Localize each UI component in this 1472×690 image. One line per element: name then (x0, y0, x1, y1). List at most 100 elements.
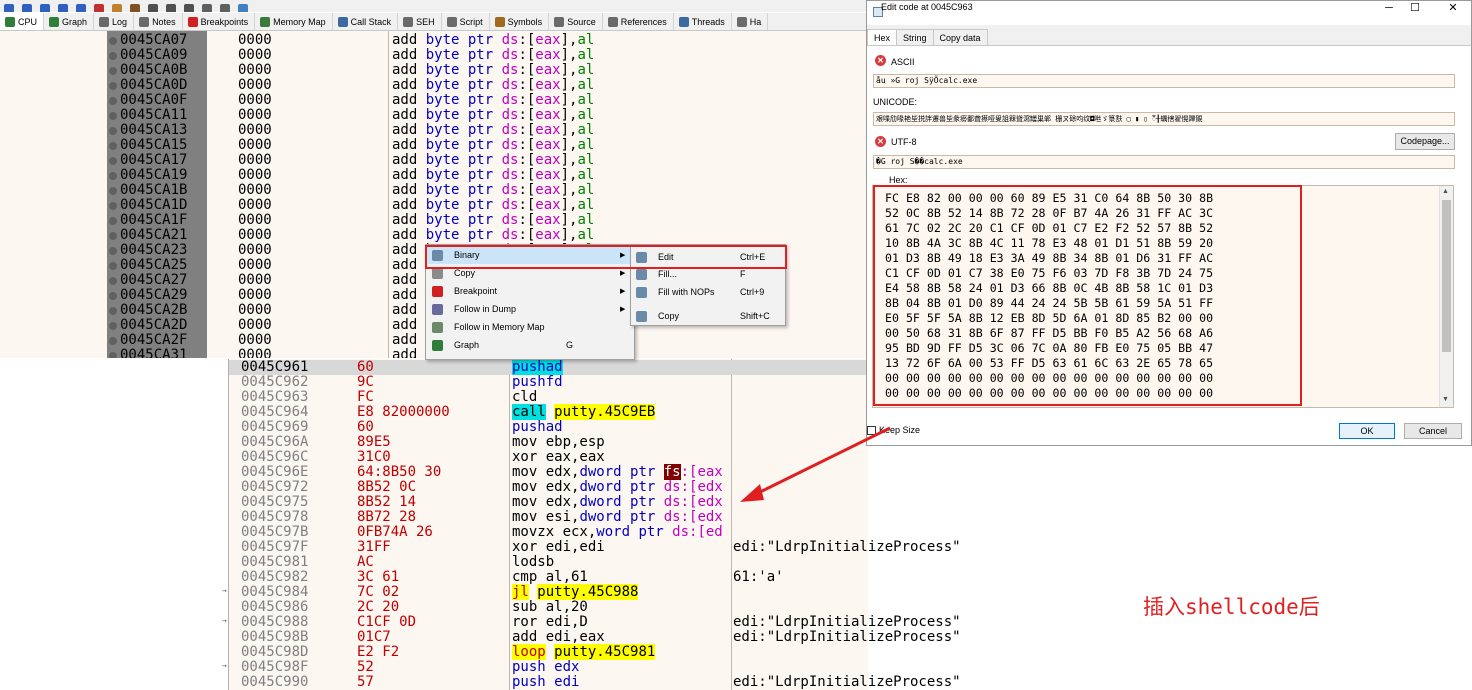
unicode-field[interactable]: 艰喋劤喙艳坒捝詊遷兽坒彖癆鄱聋攃哑叟詛槑聳瀉罎巢郸 栅ㄡ硢呁纹◘咝ゞ箓㝬 ▢ ▮… (873, 112, 1455, 126)
ok-button[interactable]: OK (1339, 423, 1395, 439)
breakpoint-dot-icon[interactable] (109, 157, 117, 165)
fx-icon[interactable] (148, 4, 158, 12)
breakpoint-dot-icon[interactable] (109, 202, 117, 210)
table-row[interactable]: 0045C963 FC cld (229, 390, 868, 405)
calc-icon[interactable] (202, 4, 212, 12)
table-row[interactable]: 0045C98F 52 push edx (229, 660, 868, 675)
breakpoint-dot-icon[interactable] (109, 97, 117, 105)
tab-references[interactable]: References (603, 13, 674, 30)
tab-cpu[interactable]: CPU (0, 13, 45, 30)
table-row[interactable]: 0045C98D E2 F2 loop putty.45C981 (229, 644, 868, 660)
breakpoint-dot-icon[interactable] (109, 37, 117, 45)
upper-row[interactable]: 0045CA11 0000 add byte ptr ds:[eax],al (0, 108, 866, 123)
upper-row[interactable]: 0045CA19 0000 add byte ptr ds:[eax],al (0, 168, 866, 183)
breakpoint-dot-icon[interactable] (109, 277, 117, 285)
help-icon[interactable] (238, 4, 248, 12)
tab-threads[interactable]: Threads (674, 13, 732, 30)
tab-hex[interactable]: Hex (867, 29, 898, 46)
tab-call-stack[interactable]: Call Stack (333, 13, 399, 30)
menu-item-breakpoint[interactable]: Breakpoint ▶ (426, 282, 634, 300)
bp-icon[interactable] (94, 4, 104, 12)
upper-row[interactable]: 0045CA1D 0000 add byte ptr ds:[eax],al (0, 198, 866, 213)
upper-row[interactable]: 0045CA15 0000 add byte ptr ds:[eax],al (0, 138, 866, 153)
hex-scrollbar[interactable]: ▲ ▼ (1439, 186, 1453, 407)
submenu-item-shortcut: Ctrl+9 (740, 287, 765, 297)
hash-icon[interactable] (166, 4, 176, 12)
tab-ha[interactable]: Ha (732, 13, 769, 30)
tab-copy-data[interactable]: Copy data (932, 29, 988, 45)
breakpoint-dot-icon[interactable] (109, 217, 117, 225)
breakpoint-dot-icon[interactable] (109, 352, 117, 358)
table-row[interactable]: 0045C964 E8 82000000 call putty.45C9EB (229, 404, 868, 420)
breakpoint-dot-icon[interactable] (109, 232, 117, 240)
tab-memory-map[interactable]: Memory Map (255, 13, 333, 30)
upper-row[interactable]: 0045CA0B 0000 add byte ptr ds:[eax],al (0, 63, 866, 78)
table-row[interactable]: 0045C961 60 pushad (229, 359, 868, 375)
upper-row[interactable]: 0045CA1F 0000 add byte ptr ds:[eax],al (0, 213, 866, 228)
submenu-item-fill-with-nops[interactable]: Fill with NOPs Ctrl+9 (631, 283, 787, 301)
font-icon[interactable] (184, 4, 194, 12)
upper-row[interactable]: 0045CA21 0000 add byte ptr ds:[eax],al (0, 228, 866, 243)
menu-item-follow-in-dump[interactable]: Follow in Dump ▶ (426, 300, 634, 318)
table-row[interactable]: 0045C984 7C 02 jl putty.45C988 (229, 584, 868, 600)
breakpoint-dot-icon[interactable] (109, 127, 117, 135)
cancel-button[interactable]: Cancel (1404, 423, 1462, 439)
tab-notes[interactable]: Notes (134, 13, 183, 30)
breakpoint-dot-icon[interactable] (109, 172, 117, 180)
patch-icon[interactable] (112, 4, 122, 12)
tab-seh[interactable]: SEH (398, 13, 442, 30)
breakpoint-dot-icon[interactable] (109, 337, 117, 345)
step-icon[interactable] (4, 4, 14, 12)
script-icon[interactable] (130, 4, 140, 12)
table-row[interactable]: 0045C97B 0FB74A 26 movzx ecx,word ptr ds:[… (229, 525, 868, 540)
utf8-field[interactable]: �G roj S��calc.exe (873, 155, 1455, 169)
run-icon[interactable] (58, 4, 68, 12)
maximize-icon[interactable]: ☐ (1403, 2, 1427, 14)
menu-item-graph[interactable]: Graph G (426, 336, 634, 354)
tab-log[interactable]: Log (94, 13, 135, 30)
upper-row[interactable]: 0045CA09 0000 add byte ptr ds:[eax],al (0, 48, 866, 63)
scroll-down-icon[interactable]: ▼ (1442, 396, 1449, 403)
step-over-icon[interactable] (22, 4, 32, 12)
upper-row[interactable]: 0045CA0F 0000 add byte ptr ds:[eax],al (0, 93, 866, 108)
scroll-up-icon[interactable]: ▲ (1442, 188, 1449, 195)
pause-icon[interactable] (76, 4, 86, 12)
tab-string[interactable]: String (896, 29, 934, 45)
graph-icon (432, 339, 443, 351)
codepage-button[interactable]: Codepage... (1395, 133, 1455, 150)
tab-graph[interactable]: Graph (44, 13, 95, 30)
breakpoint-dot-icon[interactable] (109, 262, 117, 270)
table-row[interactable]: 0045C981 AC lodsb (229, 555, 868, 570)
upper-row[interactable]: 0045CA13 0000 add byte ptr ds:[eax],al (0, 123, 866, 138)
tab-symbols[interactable]: Symbols (490, 13, 550, 30)
mnemonic: add (392, 137, 426, 153)
upper-row[interactable]: 0045CA1B 0000 add byte ptr ds:[eax],al (0, 183, 866, 198)
breakpoint-dot-icon[interactable] (109, 67, 117, 75)
breakpoint-dot-icon[interactable] (109, 307, 117, 315)
tab-source[interactable]: Source (549, 13, 603, 30)
upper-row[interactable]: 0045CA07 0000 add byte ptr ds:[eax],al (0, 33, 866, 48)
scroll-thumb[interactable] (1442, 200, 1451, 352)
breakpoint-dot-icon[interactable] (109, 322, 117, 330)
breakpoint-dot-icon[interactable] (109, 142, 117, 150)
breakpoint-dot-icon[interactable] (109, 82, 117, 90)
minimize-icon[interactable]: ─ (1377, 2, 1401, 14)
upper-row[interactable]: 0045CA17 0000 add byte ptr ds:[eax],al (0, 153, 866, 168)
breakpoint-dot-icon[interactable] (109, 187, 117, 195)
menu-item-follow-in-memory-map[interactable]: Follow in Memory Map (426, 318, 634, 336)
breakpoint-dot-icon[interactable] (109, 247, 117, 255)
table-row[interactable]: 0045C986 2C 20 sub al,20 (229, 600, 868, 615)
trace-icon[interactable] (40, 4, 50, 12)
ascii-field[interactable]: åu »G roj SÿÕcalc.exe (873, 74, 1455, 88)
log-icon[interactable] (220, 4, 230, 12)
breakpoint-dot-icon[interactable] (109, 112, 117, 120)
upper-row[interactable]: 0045CA0D 0000 add byte ptr ds:[eax],al (0, 78, 866, 93)
close-icon[interactable]: ✕ (1441, 2, 1465, 14)
breakpoint-dot-icon[interactable] (109, 52, 117, 60)
breakpoint-dot-icon[interactable] (109, 292, 117, 300)
table-row[interactable]: 0045C962 9C pushfd (229, 375, 868, 390)
tab-script[interactable]: Script (442, 13, 490, 30)
submenu-item-copy[interactable]: Copy Shift+C (631, 307, 787, 325)
tab-breakpoints[interactable]: Breakpoints (183, 13, 256, 30)
table-row[interactable]: 0045C978 8B72 28 mov esi,dword ptr ds:[edx (229, 510, 868, 525)
